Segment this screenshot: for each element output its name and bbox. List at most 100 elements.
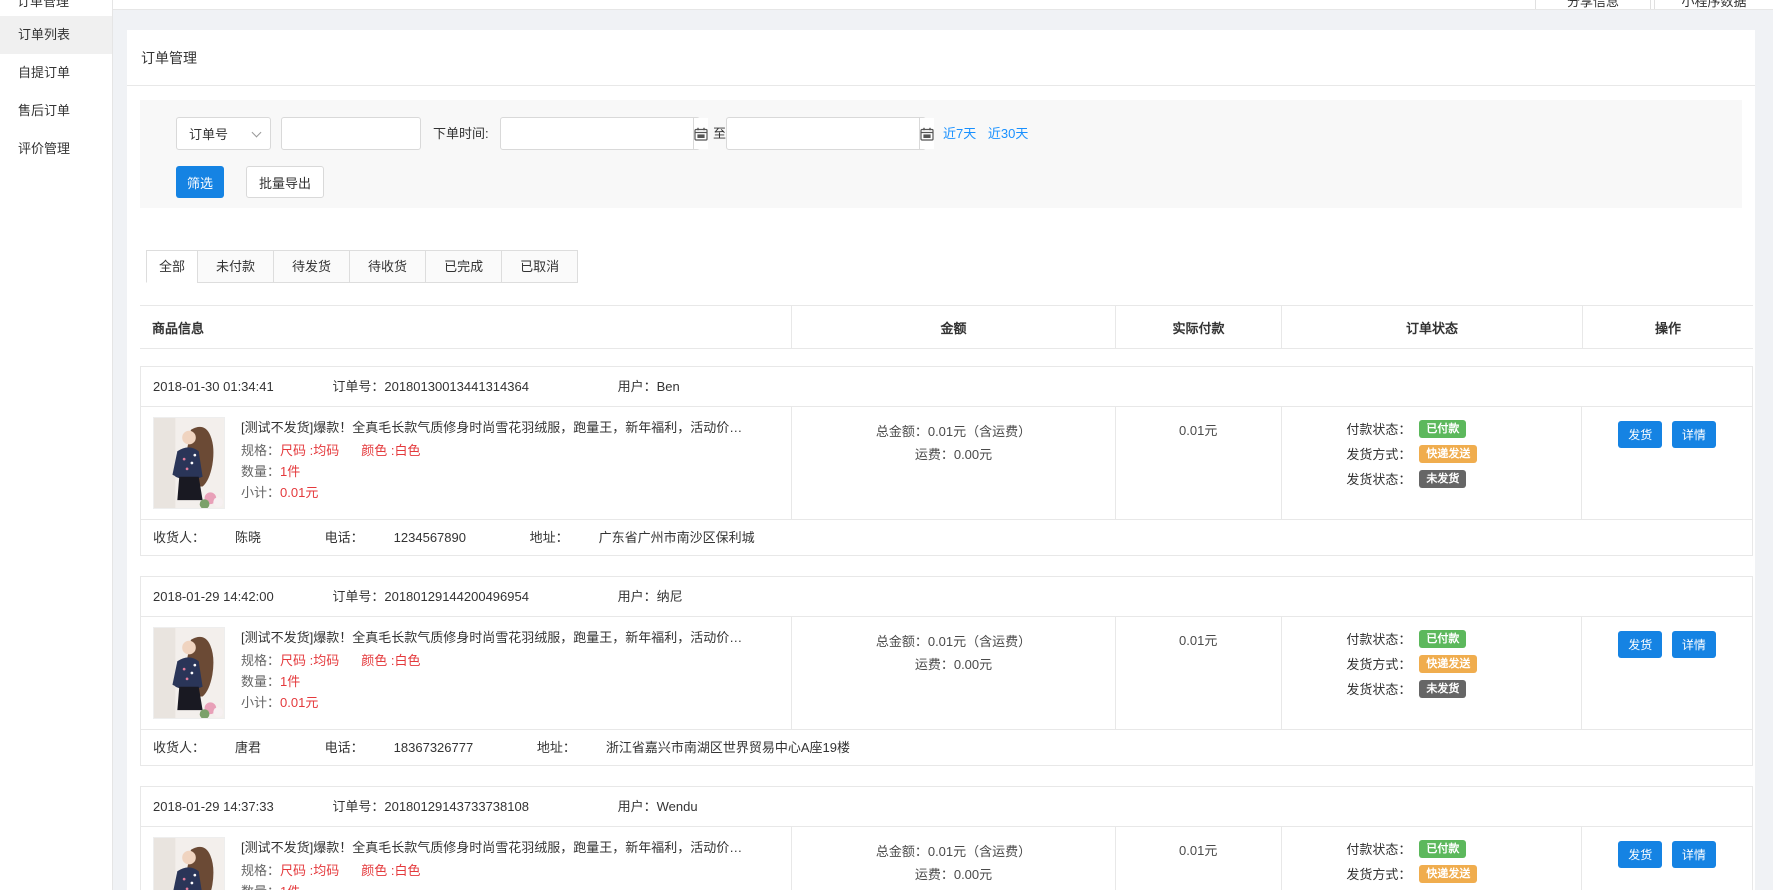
sidebar-item-pickup-orders[interactable]: 自提订单: [0, 54, 112, 92]
order-block: 2018-01-29 14:37:33 订单号：2018012914373373…: [140, 786, 1753, 890]
filter-button[interactable]: 筛选: [176, 166, 224, 198]
pay-status-label: 付款状态：: [1331, 419, 1411, 438]
chevron-down-icon: [252, 127, 262, 137]
amount-cell: 总金额：0.01元（含运费） 运费：0.00元: [792, 827, 1116, 890]
product-spec-line: 规格：尺码 :均码颜色 :白色: [241, 860, 742, 881]
search-input[interactable]: [281, 117, 421, 150]
qty-value: 1件: [280, 464, 300, 479]
order-block: 2018-01-29 14:42:00 订单号：2018012914420049…: [140, 576, 1753, 766]
order-header: 2018-01-29 14:42:00 订单号：2018012914420049…: [141, 577, 1752, 616]
link-last-7-days[interactable]: 近7天: [943, 126, 976, 141]
tab-unpaid[interactable]: 未付款: [197, 250, 274, 283]
ship-button[interactable]: 发货: [1618, 631, 1662, 658]
amount-shipping: 运费：0.00元: [792, 653, 1115, 676]
order-user: 用户：Wendu: [618, 799, 698, 814]
phone-info: 电话： 18367326777: [325, 740, 504, 755]
product-info-cell: [测试不发货]爆款！全真毛长款气质修身时尚雪花羽绒服，跑量王，新年福利，活动价……: [141, 617, 792, 729]
order-user-label: 用户：: [618, 589, 657, 604]
ship-status-badge: 未发货: [1419, 680, 1466, 698]
order-footer: 收货人：唐君 电话： 18367326777 地址：浙江省嘉兴市南湖区世界贸易中心…: [141, 729, 1752, 765]
top-nav-item-clipped-1[interactable]: 分享信息: [1535, 0, 1651, 10]
top-nav-item-label: 分享信息: [1536, 0, 1650, 10]
address-value: 浙江省嘉兴市南湖区世界贸易中心A座19楼: [606, 740, 850, 755]
ship-method-badge: 快递发送: [1419, 865, 1477, 883]
product-image: [153, 417, 225, 509]
amount-total: 总金额：0.01元（含运费）: [792, 630, 1115, 653]
ship-button[interactable]: 发货: [1618, 841, 1662, 868]
status-cell: 付款状态：已付款 发货方式：快递发送 发货状态：未发货: [1282, 407, 1583, 519]
calendar-icon[interactable]: [919, 118, 934, 149]
date-from-input[interactable]: [501, 118, 693, 149]
order-user-value: Ben: [657, 379, 680, 394]
ship-method-badge: 快递发送: [1419, 655, 1477, 673]
address-info: 地址：广东省广州市南沙区保利城: [530, 530, 785, 545]
paid-cell: 0.01元: [1116, 827, 1282, 890]
order-number: 订单号：20180130013441314364: [332, 379, 529, 394]
order-body-row: [测试不发货]爆款！全真毛长款气质修身时尚雪花羽绒服，跑量王，新年福利，活动价……: [141, 826, 1752, 890]
receiver-name: 陈晓: [235, 530, 261, 545]
product-title: [测试不发货]爆款！全真毛长款气质修身时尚雪花羽绒服，跑量王，新年福利，活动价…: [241, 627, 742, 646]
tab-all[interactable]: 全部: [146, 250, 198, 283]
tab-to-receive[interactable]: 待收货: [349, 250, 426, 283]
detail-button[interactable]: 详情: [1672, 631, 1716, 658]
amount-cell: 总金额：0.01元（含运费） 运费：0.00元: [792, 407, 1116, 519]
col-actions: 操作: [1583, 306, 1753, 348]
amount-cell: 总金额：0.01元（含运费） 运费：0.00元: [792, 617, 1116, 729]
tab-to-ship[interactable]: 待发货: [273, 250, 350, 283]
order-number: 订单号：20180129144200496954: [332, 589, 529, 604]
pay-status-badge: 已付款: [1419, 420, 1466, 438]
actions-cell: 发货 详情: [1582, 827, 1752, 890]
ship-button[interactable]: 发货: [1618, 421, 1662, 448]
search-type-select[interactable]: 订单号: [176, 117, 271, 150]
batch-export-button[interactable]: 批量导出: [246, 166, 324, 198]
order-user: 用户：纳尼: [618, 589, 683, 604]
date-to-input[interactable]: [727, 118, 919, 149]
detail-button[interactable]: 详情: [1672, 841, 1716, 868]
to-label: 至: [713, 117, 726, 150]
filter-panel: 订单号 下单时间:: [140, 100, 1742, 208]
pay-status-badge: 已付款: [1419, 630, 1466, 648]
calendar-icon[interactable]: [693, 118, 708, 149]
order-body-row: [测试不发货]爆款！全真毛长款气质修身时尚雪花羽绒服，跑量王，新年福利，活动价……: [141, 616, 1752, 729]
product-info-cell: [测试不发货]爆款！全真毛长款气质修身时尚雪花羽绒服，跑量王，新年福利，活动价……: [141, 407, 792, 519]
date-to-box: [726, 117, 926, 150]
table-header: 商品信息 金额 实际付款 订单状态 操作: [140, 305, 1753, 349]
address-value: 广东省广州市南沙区保利城: [599, 530, 755, 545]
ship-method-badge: 快递发送: [1419, 445, 1477, 463]
product-title: [测试不发货]爆款！全真毛长款气质修身时尚雪花羽绒服，跑量王，新年福利，活动价…: [241, 837, 742, 856]
ship-method-row: 发货方式： 快递发送: [1331, 654, 1531, 673]
product-spec-line: 规格：尺码 :均码颜色 :白色: [241, 650, 742, 671]
tab-cancelled[interactable]: 已取消: [501, 250, 578, 283]
sidebar-item-review-management[interactable]: 评价管理: [0, 130, 112, 168]
top-nav-bar: 分享信息 小程序数据: [113, 0, 1773, 10]
order-time: 2018-01-29 14:42:00: [153, 589, 274, 604]
order-number-value: 20180129143733738108: [384, 799, 529, 814]
order-block: 2018-01-30 01:34:41 订单号：2018013001344131…: [140, 366, 1753, 556]
product-subtotal-line: 小计：0.01元: [241, 692, 742, 713]
tab-completed[interactable]: 已完成: [425, 250, 502, 283]
ship-status-badge: 未发货: [1419, 470, 1466, 488]
phone-label: 电话：: [325, 530, 364, 545]
amount-total: 总金额：0.01元（含运费）: [792, 840, 1115, 863]
status-cell: 付款状态：已付款 发货方式：快递发送 发货状态：未发货: [1282, 827, 1583, 890]
main-content-card: 订单管理 订单号 下单时间:: [127, 30, 1755, 890]
address-info: 地址：浙江省嘉兴市南湖区世界贸易中心A座19楼: [537, 740, 880, 755]
product-spec-line: 规格：尺码 :均码颜色 :白色: [241, 440, 742, 461]
receiver-info: 收货人：唐君: [153, 740, 291, 755]
order-footer: 收货人：陈晓 电话：1234567890 地址：广东省广州市南沙区保利城: [141, 519, 1752, 555]
sidebar-item-aftersale-orders[interactable]: 售后订单: [0, 92, 112, 130]
sidebar-menu: 订单列表 自提订单 售后订单 评价管理: [0, 16, 112, 168]
phone-label: 电话：: [325, 740, 364, 755]
sidebar-item-order-list[interactable]: 订单列表: [0, 16, 112, 54]
spec-label: 规格：: [241, 653, 280, 668]
order-list: 2018-01-30 01:34:41 订单号：2018013001344131…: [140, 366, 1753, 890]
phone-value: 18367326777: [394, 740, 474, 755]
product-image: [153, 837, 225, 890]
top-nav-item-clipped-2[interactable]: 小程序数据: [1654, 0, 1773, 10]
detail-button[interactable]: 详情: [1672, 421, 1716, 448]
order-user: 用户：Ben: [618, 379, 680, 394]
link-last-30-days[interactable]: 近30天: [988, 126, 1028, 141]
sidebar-header-clipped: 订单管理: [0, 0, 112, 8]
ship-method-label: 发货方式：: [1331, 654, 1411, 673]
receiver-name: 唐君: [235, 740, 261, 755]
